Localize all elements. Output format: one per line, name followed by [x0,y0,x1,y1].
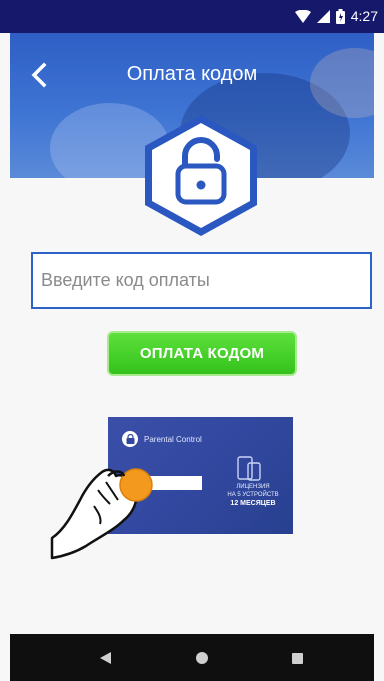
wifi-icon [294,9,311,23]
payment-code-input[interactable] [31,252,372,309]
nav-back-button[interactable] [94,647,116,669]
status-bar: 4:27 [0,0,384,33]
square-recents-icon [291,652,303,664]
triangle-back-icon [100,652,111,664]
license-text: ЛИЦЕНЗИЯ НА 5 УСТРОЙСТВ [218,483,288,499]
nav-home-button[interactable] [191,647,213,669]
nav-recents-button[interactable] [286,647,308,669]
lock-logo-icon [122,431,138,447]
license-line: ЛИЦЕНЗИЯ [236,484,270,490]
devices-icon [236,455,262,486]
status-time: 4:27 [350,8,378,24]
lock-icon [145,115,257,236]
hand-scratching-icon [50,460,160,560]
page-title: Оплата кодом [126,63,258,85]
license-line: НА 5 УСТРОЙСТВ [227,492,279,498]
card-brand-label: Parental Control [144,434,202,444]
coin-icon [119,468,153,502]
circle-home-icon [196,652,208,664]
signal-icon [316,9,330,23]
card-brand: Parental Control [122,431,202,447]
system-nav-bar [10,634,374,681]
pay-by-code-button[interactable]: ОПЛАТА КОДОМ [107,331,297,376]
license-duration: 12 МЕСЯЦЕВ [230,500,276,507]
battery-icon [335,8,345,24]
lock-badge [142,113,260,238]
